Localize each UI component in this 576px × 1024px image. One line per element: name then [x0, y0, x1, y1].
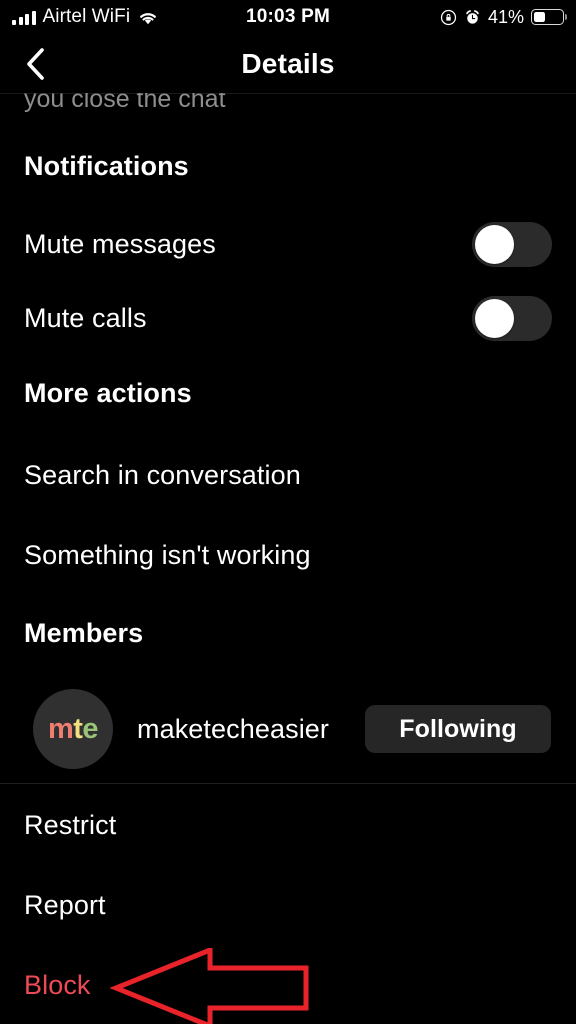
row-label-search-in-conversation: Search in conversation — [24, 459, 301, 490]
avatar-initial-3: e — [82, 712, 99, 745]
section-divider — [0, 783, 576, 784]
following-button[interactable]: Following — [365, 705, 551, 753]
orientation-lock-icon — [440, 9, 457, 25]
page-title: Details — [241, 47, 335, 79]
toggle-mute-calls[interactable] — [472, 295, 552, 341]
row-something-isnt-working[interactable]: Something isn't working — [0, 533, 576, 577]
avatar-initial-1: m — [47, 712, 74, 745]
row-mute-messages[interactable]: Mute messages — [0, 221, 576, 267]
member-username: maketecheasier — [137, 713, 329, 744]
row-search-in-conversation[interactable]: Search in conversation — [0, 453, 576, 497]
section-heading-members: Members — [24, 618, 144, 648]
row-block[interactable]: Block — [0, 963, 576, 1007]
details-scroll-content[interactable]: you close the chat Notifications Mute me… — [0, 93, 576, 1024]
row-label-mute-calls: Mute calls — [24, 302, 147, 333]
row-label-report: Report — [24, 889, 106, 920]
row-restrict[interactable]: Restrict — [0, 803, 576, 847]
alarm-clock-icon — [466, 9, 479, 24]
toggle-mute-messages[interactable] — [472, 221, 552, 267]
section-heading-notifications: Notifications — [24, 151, 189, 181]
avatar-initial-2: t — [73, 712, 83, 745]
row-label-block: Block — [24, 969, 91, 1000]
phone-screen: Airtel WiFi 10:03 PM 41% Details you clo… — [0, 0, 576, 1024]
status-bar-right: 41% — [440, 0, 564, 34]
row-label-something-isnt-working: Something isn't working — [24, 539, 311, 570]
nav-header: Details — [0, 34, 576, 93]
row-report[interactable]: Report — [0, 883, 576, 927]
row-label-mute-messages: Mute messages — [24, 228, 216, 259]
section-heading-more-actions: More actions — [24, 378, 192, 408]
member-row[interactable]: mte maketecheasier Following — [0, 689, 576, 769]
row-mute-calls[interactable]: Mute calls — [0, 295, 576, 341]
row-label-restrict: Restrict — [24, 809, 117, 840]
battery-percent-label: 41% — [487, 6, 524, 27]
toggle-knob — [475, 224, 514, 264]
clipped-description-text: you close the chat — [24, 93, 226, 113]
toggle-knob — [475, 298, 514, 338]
status-bar: Airtel WiFi 10:03 PM 41% — [0, 0, 576, 34]
battery-icon — [531, 9, 564, 25]
avatar: mte — [33, 689, 113, 769]
